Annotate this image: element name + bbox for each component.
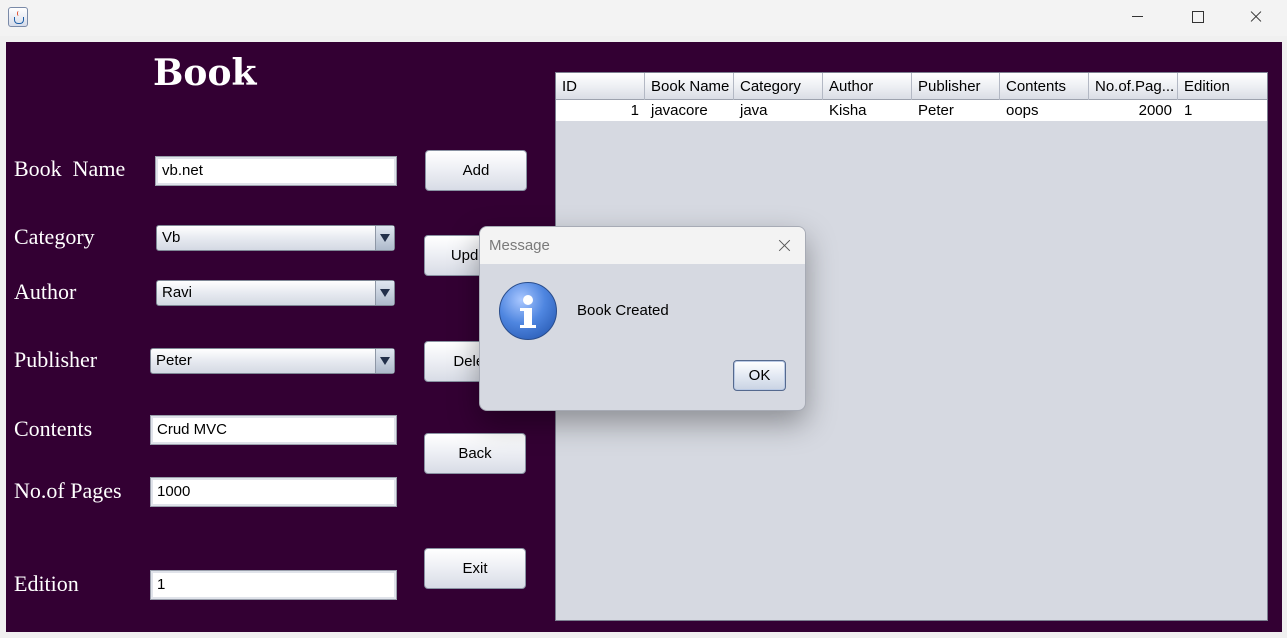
page-title: Book	[153, 52, 257, 94]
information-icon	[499, 282, 557, 340]
column-header-edition[interactable]: Edition	[1178, 73, 1267, 100]
dialog-message: Book Created	[577, 302, 669, 319]
column-header-author[interactable]: Author	[823, 73, 912, 100]
column-header-contents[interactable]: Contents	[1000, 73, 1089, 100]
contents-input[interactable]: Crud MVC	[150, 415, 397, 445]
table-cell-author: Kisha	[829, 102, 867, 119]
chevron-down-icon[interactable]	[375, 349, 394, 373]
close-icon[interactable]	[774, 235, 796, 257]
pages-label: No.of Pages	[14, 478, 122, 503]
category-select[interactable]: Vb	[156, 225, 395, 251]
table-row[interactable]: 1 javacore java Kisha Peter oops 2000 1	[556, 100, 1267, 121]
dialog-title-bar[interactable]: Message	[480, 227, 805, 264]
column-header-publisher[interactable]: Publisher	[912, 73, 1000, 100]
book-name-label: Book Name	[14, 156, 126, 181]
edition-label: Edition	[14, 571, 79, 596]
message-dialog: Message Book Created OK	[479, 226, 806, 411]
table-cell-publisher: Peter	[918, 102, 954, 119]
publisher-select[interactable]: Peter	[150, 348, 395, 374]
table-cell-id: 1	[630, 102, 639, 119]
dialog-title: Message	[489, 237, 550, 254]
category-selected-value: Vb	[162, 229, 181, 246]
publisher-selected-value: Peter	[156, 352, 192, 369]
author-selected-value: Ravi	[162, 284, 193, 301]
column-header-category[interactable]: Category	[734, 73, 823, 100]
author-label: Author	[14, 279, 77, 304]
chevron-down-icon[interactable]	[375, 226, 394, 250]
table-header: ID Book Name Category Author Publisher C…	[556, 73, 1267, 100]
maximize-button[interactable]	[1174, 0, 1220, 34]
java-cup-icon	[8, 7, 28, 27]
table-cell-category: java	[740, 102, 768, 119]
window-title-bar	[0, 0, 1287, 36]
pages-input[interactable]: 1000	[150, 477, 397, 507]
close-window-button[interactable]	[1233, 0, 1279, 34]
back-button[interactable]: Back	[424, 433, 526, 474]
column-header-book-name[interactable]: Book Name	[645, 73, 734, 100]
table-cell-edition: 1	[1184, 102, 1193, 119]
category-label: Category	[14, 224, 95, 249]
edition-input[interactable]: 1	[150, 570, 397, 600]
book-name-input[interactable]: vb.net	[155, 156, 397, 186]
table-cell-pages: 2000	[1138, 102, 1172, 119]
ok-button[interactable]: OK	[733, 360, 786, 391]
author-select[interactable]: Ravi	[156, 280, 395, 306]
publisher-label: Publisher	[14, 347, 98, 372]
table-cell-contents: oops	[1006, 102, 1039, 119]
contents-label: Contents	[14, 416, 93, 441]
table-cell-book-name: javacore	[651, 102, 708, 119]
column-header-id[interactable]: ID	[556, 73, 645, 100]
minimize-button[interactable]	[1114, 0, 1160, 34]
add-button[interactable]: Add	[425, 150, 527, 191]
exit-button[interactable]: Exit	[424, 548, 526, 589]
column-header-pages[interactable]: No.of.Pag...	[1089, 73, 1178, 100]
chevron-down-icon[interactable]	[375, 281, 394, 305]
